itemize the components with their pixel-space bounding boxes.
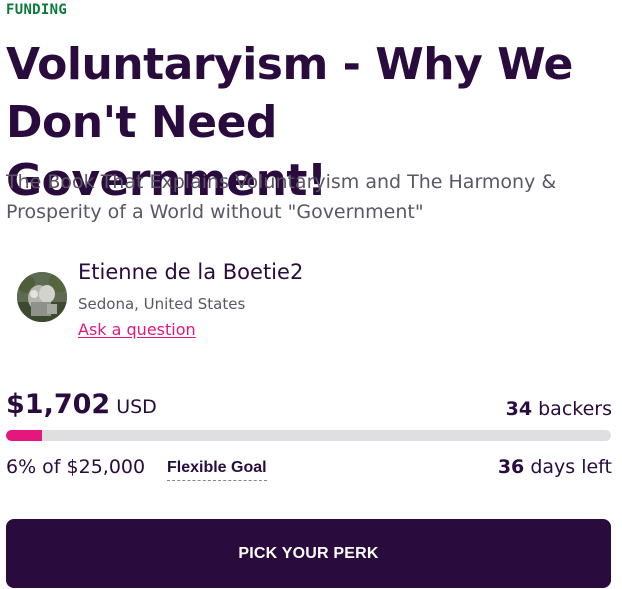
user-avatar-photo-icon xyxy=(17,272,67,322)
flexible-goal-link[interactable]: Flexible Goal xyxy=(167,458,267,481)
owner-location: Sedona, United States xyxy=(78,295,246,313)
owner-name[interactable]: Etienne de la Boetie2 xyxy=(78,258,303,286)
backers-number: 34 xyxy=(505,398,533,420)
days-left-number: 36 xyxy=(497,456,525,478)
owner-avatar[interactable] xyxy=(17,272,67,322)
funding-summary: $1,702 USD 34 backers xyxy=(6,388,612,428)
pick-your-perk-button[interactable]: PICK YOUR PERK xyxy=(6,519,611,588)
campaign-owner: Etienne de la Boetie2 Sedona, United Sta… xyxy=(6,258,612,348)
backers-count: 34 backers xyxy=(506,396,612,422)
days-left: 36 days left xyxy=(498,454,612,480)
ask-question-link[interactable]: Ask a question xyxy=(78,319,196,341)
goal-row: 6% of $25,000 Flexible Goal 36 days left xyxy=(6,452,612,484)
campaign-subtitle: The Book That Explains Voluntaryism and … xyxy=(6,171,557,223)
raised-amount-value: $1,702 xyxy=(6,389,111,420)
funding-progress-bar xyxy=(6,430,611,441)
currency-label: USD xyxy=(116,396,157,418)
days-left-label: days left xyxy=(530,456,612,478)
raised-amount: $1,702 USD xyxy=(6,388,157,424)
funding-progress-fill xyxy=(6,430,43,441)
campaign-status-label: FUNDING xyxy=(6,2,68,18)
backers-label: backers xyxy=(538,398,612,420)
goal-percent-text: 6% of $25,000 xyxy=(6,456,146,478)
